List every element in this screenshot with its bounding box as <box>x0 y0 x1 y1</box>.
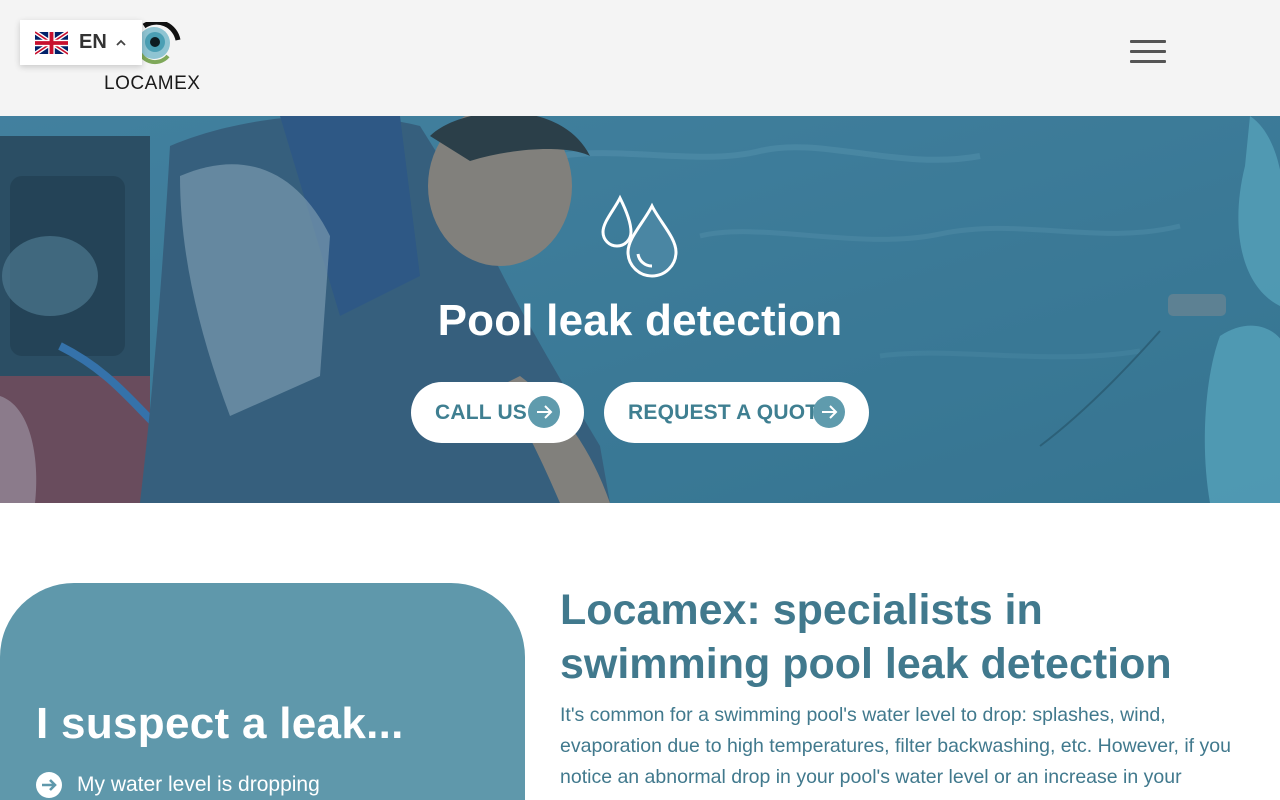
leak-symptoms-card: I suspect a leak... My water level is dr… <box>0 583 525 800</box>
call-us-button[interactable]: CALL US <box>411 382 584 443</box>
brand-name: LOCAMEX <box>104 73 201 94</box>
arrow-circle-right-icon <box>36 772 62 798</box>
chevron-up-icon <box>116 39 126 46</box>
language-code: EN <box>79 31 107 53</box>
call-us-label: CALL US <box>435 400 528 424</box>
intro-paragraph: It's common for a swimming pool's water … <box>560 704 1231 788</box>
arrow-right-icon <box>813 396 845 428</box>
uk-flag-icon <box>35 30 68 55</box>
hero-title: Pool leak detection <box>437 296 843 345</box>
request-quote-button[interactable]: REQUEST A QUOTE <box>604 382 869 443</box>
hero-banner: Pool leak detection CALL US REQUEST A QU… <box>0 116 1280 503</box>
menu-bar <box>1130 40 1166 43</box>
water-drops-icon <box>601 194 678 278</box>
symptom-item[interactable]: My water level is dropping <box>36 772 320 798</box>
symptom-label: My water level is dropping <box>77 773 320 796</box>
arrow-right-icon <box>528 396 560 428</box>
language-selector[interactable]: EN <box>20 20 142 65</box>
intro-heading: Locamex: specialists in swimming pool le… <box>560 586 1172 688</box>
hamburger-menu-icon[interactable] <box>1130 38 1166 66</box>
menu-bar <box>1130 60 1166 63</box>
card-title: I suspect a leak... <box>36 699 404 748</box>
menu-bar <box>1130 50 1166 53</box>
request-quote-label: REQUEST A QUOTE <box>628 400 833 424</box>
site-header: LOCAMEX EN <box>0 0 1280 116</box>
